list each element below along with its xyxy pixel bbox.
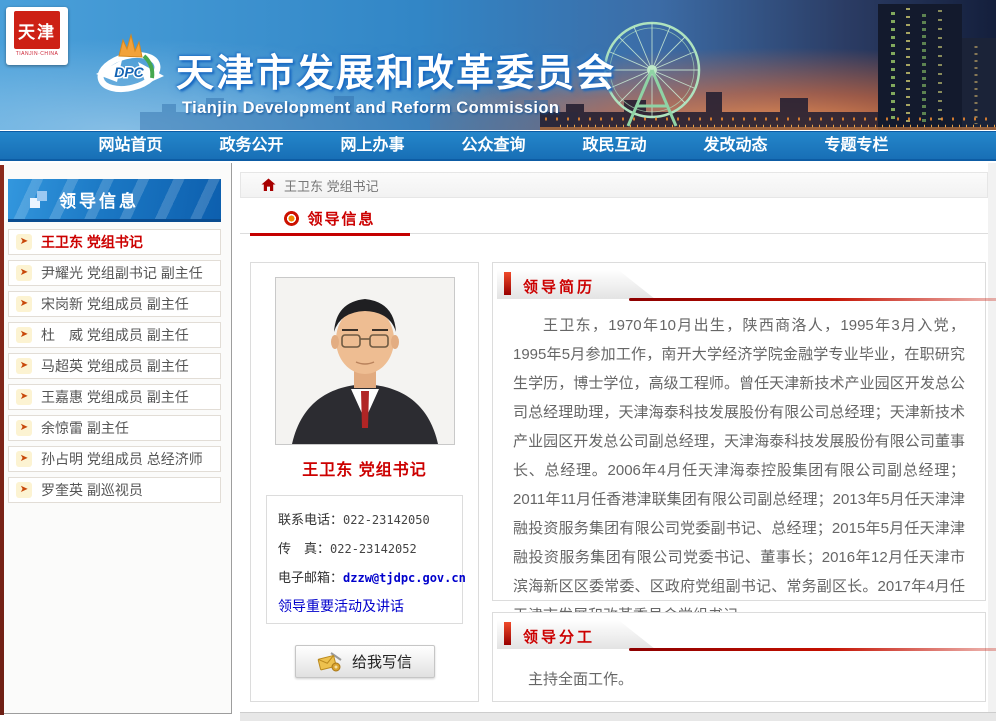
arrow-icon: ➤ [16,327,32,343]
phone-line: 联系电话：022-23142050 [278,509,462,528]
write-to-me-button[interactable]: 给我写信 [295,645,435,678]
mail-seal-icon [317,651,343,673]
arrow-icon: ➤ [16,389,32,405]
dprc-logo: DPC [86,30,172,104]
leader-list: ➤王卫东 党组书记 ➤尹耀光 党组副书记 副主任 ➤宋岗新 党组成员 副主任 ➤… [8,229,221,508]
nav-item-home[interactable]: 网站首页 [70,132,191,159]
seal-caption: TIANJIN·CHINA [6,51,68,57]
phone-number: 022-23142050 [343,513,430,527]
page: 天津 TIANJIN·CHINA DPC 天津市发展和改革委员会 Tianjin… [0,0,996,721]
nav-item-interaction[interactable]: 政民互动 [554,132,675,159]
sidebar-item-wangweidong[interactable]: ➤王卫东 党组书记 [8,229,221,255]
resume-title: 领导简历 [523,276,595,297]
bullseye-icon [284,211,299,226]
tab-leader-info[interactable]: 领导信息 [250,204,410,233]
arrow-icon: ➤ [16,296,32,312]
sidebar-item-wangjiahui[interactable]: ➤王嘉惠 党组成员 副主任 [8,384,221,410]
duty-text: 主持全面工作。 [513,665,965,694]
resume-text: 王卫东，1970年10月出生，陕西商洛人，1995年3月入党，1995年5月参加… [513,311,965,630]
home-icon[interactable] [261,178,276,192]
duty-header: 领导分工 [497,617,979,652]
site-titles: 天津市发展和改革委员会 Tianjin Development and Refo… [176,42,616,118]
right-page-margin [988,163,996,721]
arrow-icon: ➤ [16,234,32,250]
fax-number: 022-23142052 [330,542,417,556]
tab-active-underline [250,233,410,236]
nav-item-ndrc-news[interactable]: 发改动态 [675,132,796,159]
tab-row: 领导信息 [240,204,988,236]
duty-section: 领导分工 主持全面工作。 [492,612,986,702]
tianjin-seal-logo: 天津 TIANJIN·CHINA [6,7,68,65]
arrow-icon: ➤ [16,451,32,467]
activities-link[interactable]: 领导重要活动及讲话 [278,596,404,616]
sidebar-item-machaoying[interactable]: ➤马超英 党组成员 副主任 [8,353,221,379]
profile-panel: 王卫东 党组书记 联系电话：022-23142050 传 真：022-23142… [250,262,479,702]
section-red-line [629,648,996,651]
duty-title: 领导分工 [523,626,595,647]
sidebar-item-duwei[interactable]: ➤杜 威 党组成员 副主任 [8,322,221,348]
main-nav: 网站首页 政务公开 网上办事 公众查询 政民互动 发改动态 专题专栏 [0,131,996,161]
sidebar-item-sunzhanming[interactable]: ➤孙占明 党组成员 总经济师 [8,446,221,472]
portrait-image [276,278,454,444]
main-column: 王卫东 党组书记 领导信息 [240,163,988,721]
site-title: 天津市发展和改革委员会 [176,42,616,97]
email-link[interactable]: dzzw@tjdpc.gov.cn [343,571,466,585]
arrow-icon: ➤ [16,482,32,498]
resume-section: 领导简历 王卫东，1970年10月出生，陕西商洛人，1995年3月入党，1995… [492,262,986,601]
resume-header: 领导简历 [497,267,979,302]
tab-label: 领导信息 [307,208,375,229]
site-subtitle: Tianjin Development and Reform Commissio… [176,99,616,118]
sidebar-item-yinyaoguang[interactable]: ➤尹耀光 党组副书记 副主任 [8,260,221,286]
fax-line: 传 真：022-23142052 [278,538,462,557]
arrow-icon: ➤ [16,265,32,281]
sidebar-item-luokuiying[interactable]: ➤罗奎英 副巡视员 [8,477,221,503]
leader-portrait [275,277,455,445]
write-button-label: 给我写信 [352,651,412,672]
site-header: 天津 TIANJIN·CHINA DPC 天津市发展和改革委员会 Tianjin… [0,0,996,130]
sidebar-item-songgangxin[interactable]: ➤宋岗新 党组成员 副主任 [8,291,221,317]
leader-name: 王卫东 党组书记 [251,456,478,480]
arrow-icon: ➤ [16,420,32,436]
content-area: 领导信息 ➤王卫东 党组书记 ➤尹耀光 党组副书记 副主任 ➤宋岗新 党组成员 … [0,163,996,721]
nav-item-public-query[interactable]: 公众查询 [433,132,554,159]
dprc-logo-text: DPC [114,64,144,80]
nav-item-special-columns[interactable]: 专题专栏 [796,132,917,159]
section-red-bar [504,622,511,645]
footer-bar [240,712,996,721]
breadcrumb: 王卫东 党组书记 [240,172,988,198]
section-red-bar [504,272,511,295]
sidebar-item-yujinglei[interactable]: ➤余惊雷 副主任 [8,415,221,441]
sidebar-header: 领导信息 [8,179,221,222]
arrow-icon: ➤ [16,358,32,374]
email-line: 电子邮箱：dzzw@tjdpc.gov.cn [278,567,462,586]
breadcrumb-label: 王卫东 党组书记 [284,176,379,195]
section-red-line [629,298,996,301]
contact-box: 联系电话：022-23142050 传 真：022-23142052 电子邮箱：… [266,495,463,624]
nav-item-gov-info[interactable]: 政务公开 [191,132,312,159]
nav-item-online-services[interactable]: 网上办事 [312,132,433,159]
seal-characters: 天津 [14,11,60,49]
panel-icon [30,191,47,208]
